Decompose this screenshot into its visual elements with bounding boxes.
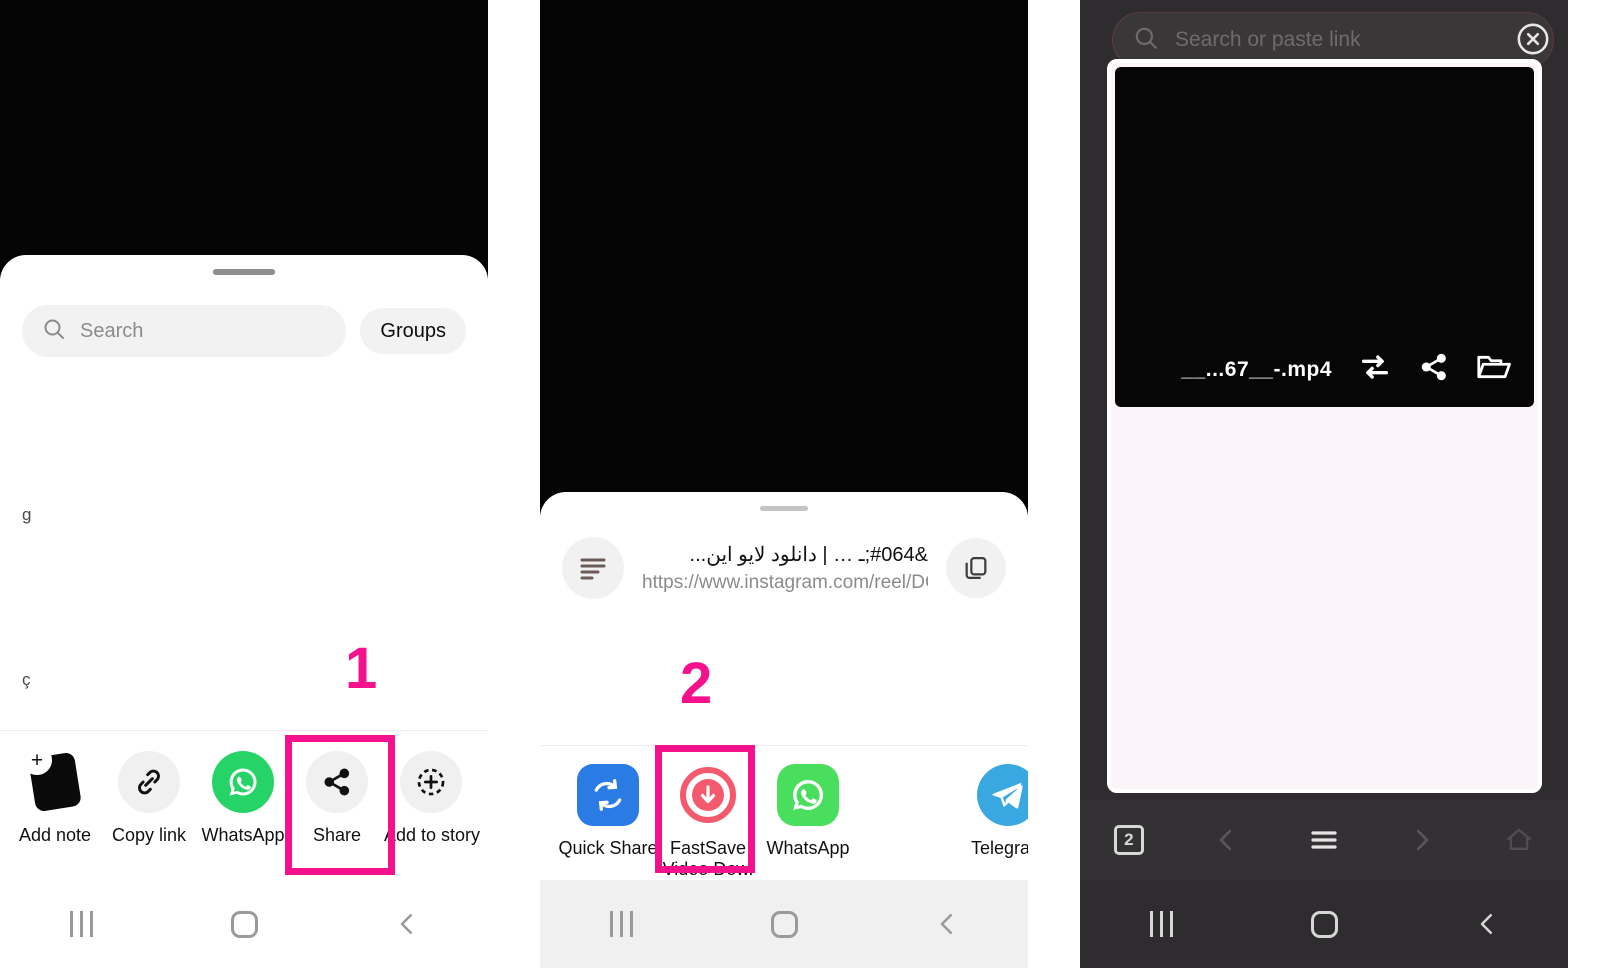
panel-separator-2 (1028, 0, 1080, 968)
app-target-label: Telegram (970, 838, 1028, 858)
recents-icon[interactable] (1080, 911, 1243, 937)
quick-share-icon (577, 764, 639, 826)
panel-instagram-share: Search Groups g ç + Add note Copy link W… (0, 0, 488, 968)
home-icon[interactable] (1243, 910, 1406, 938)
share-icon[interactable] (1418, 351, 1450, 388)
back-icon[interactable] (865, 909, 1028, 939)
app-target-empty[interactable] (858, 764, 958, 838)
step-number-1: 1 (345, 636, 378, 701)
groups-button[interactable]: Groups (360, 308, 466, 354)
browser-forward-button[interactable] (1373, 825, 1471, 855)
shared-url: https://www.instagram.com/reel/DGm... (642, 572, 928, 593)
back-icon[interactable] (325, 909, 488, 939)
repeat-icon[interactable] (1358, 350, 1392, 389)
highlight-box-fastsave (655, 745, 755, 873)
copy-icon[interactable] (946, 538, 1006, 598)
folder-icon[interactable] (1476, 350, 1512, 389)
search-placeholder: Search or paste link (1175, 28, 1361, 51)
share-target-label: Add note (18, 825, 92, 845)
search-icon (1133, 25, 1159, 56)
share-target-strip: + Add note Copy link WhatsApp Share Add … (0, 730, 488, 880)
link-icon (118, 751, 180, 813)
home-icon[interactable] (163, 910, 326, 938)
shared-title: &#064;ـ … | دانلود لایو این... (689, 544, 928, 566)
edge-fragment-1: g (22, 505, 32, 524)
search-row: Search Groups (0, 275, 488, 357)
browser-menu-button[interactable] (1275, 827, 1373, 853)
app-target-quick-share[interactable]: Quick Share (558, 764, 658, 859)
back-icon[interactable] (1405, 909, 1568, 939)
share-target-copy-link[interactable]: Copy link (102, 751, 196, 845)
text-lines-icon (562, 537, 624, 599)
step-number-2: 2 (680, 651, 713, 716)
share-target-add-to-story[interactable]: Add to story (384, 751, 481, 845)
whatsapp-icon (212, 751, 274, 813)
download-result-card: __...67__-.mp4 (1107, 59, 1542, 793)
share-target-label: Copy link (111, 825, 187, 845)
browser-home-button[interactable] (1470, 825, 1568, 855)
app-target-label: WhatsApp (766, 838, 850, 858)
video-filename: __...67__-.mp4 (1181, 357, 1332, 381)
highlight-box-share (285, 735, 395, 875)
add-note-icon: + (22, 745, 86, 813)
empty-slot-icon (877, 764, 939, 826)
add-to-story-icon (400, 751, 462, 813)
browser-back-button[interactable] (1178, 825, 1276, 855)
panel-android-share: &#064;ـ … | دانلود لایو این... https://w… (540, 0, 1028, 968)
video-action-bar: __...67__-.mp4 (1115, 350, 1534, 389)
home-icon[interactable] (703, 910, 866, 938)
shared-content-preview: &#064;ـ … | دانلود لایو این... https://w… (540, 511, 1028, 621)
share-target-add-note[interactable]: + Add note (8, 745, 102, 845)
tutorial-screenshot: Search Groups g ç + Add note Copy link W… (0, 0, 1604, 968)
video-preview[interactable]: __...67__-.mp4 (1115, 67, 1534, 407)
share-target-label: WhatsApp (201, 825, 285, 845)
android-nav-bar (0, 880, 488, 968)
app-target-label: Quick Share (558, 838, 658, 858)
panel-separator-1 (488, 0, 540, 968)
whatsapp-icon (777, 764, 839, 826)
edge-fragment-2: ç (22, 670, 31, 689)
search-placeholder: Search (80, 319, 144, 342)
reel-backdrop (540, 0, 1028, 500)
recents-icon[interactable] (540, 911, 703, 937)
android-nav-bar (540, 880, 1028, 968)
app-target-telegram[interactable]: Telegram (958, 764, 1028, 859)
share-target-label: Add to story (384, 825, 481, 845)
instagram-reel-backdrop (0, 0, 488, 262)
panel-fastsave-app: Search or paste link __...67__-.mp4 2 (1080, 0, 1568, 968)
share-target-whatsapp[interactable]: WhatsApp (196, 751, 290, 845)
recents-icon[interactable] (0, 911, 163, 937)
browser-toolbar: 2 (1080, 800, 1568, 880)
search-input[interactable]: Search (22, 305, 347, 357)
android-nav-bar (1080, 880, 1568, 968)
app-target-strip: Quick Share FastSave Video Dow. WhatsApp… (540, 745, 1028, 880)
telegram-icon (977, 764, 1028, 826)
app-target-whatsapp[interactable]: WhatsApp (758, 764, 858, 859)
search-icon (42, 317, 66, 346)
tab-count-label: 2 (1113, 825, 1144, 855)
tab-count-button[interactable]: 2 (1080, 825, 1178, 855)
close-circle-icon[interactable] (1516, 22, 1550, 61)
